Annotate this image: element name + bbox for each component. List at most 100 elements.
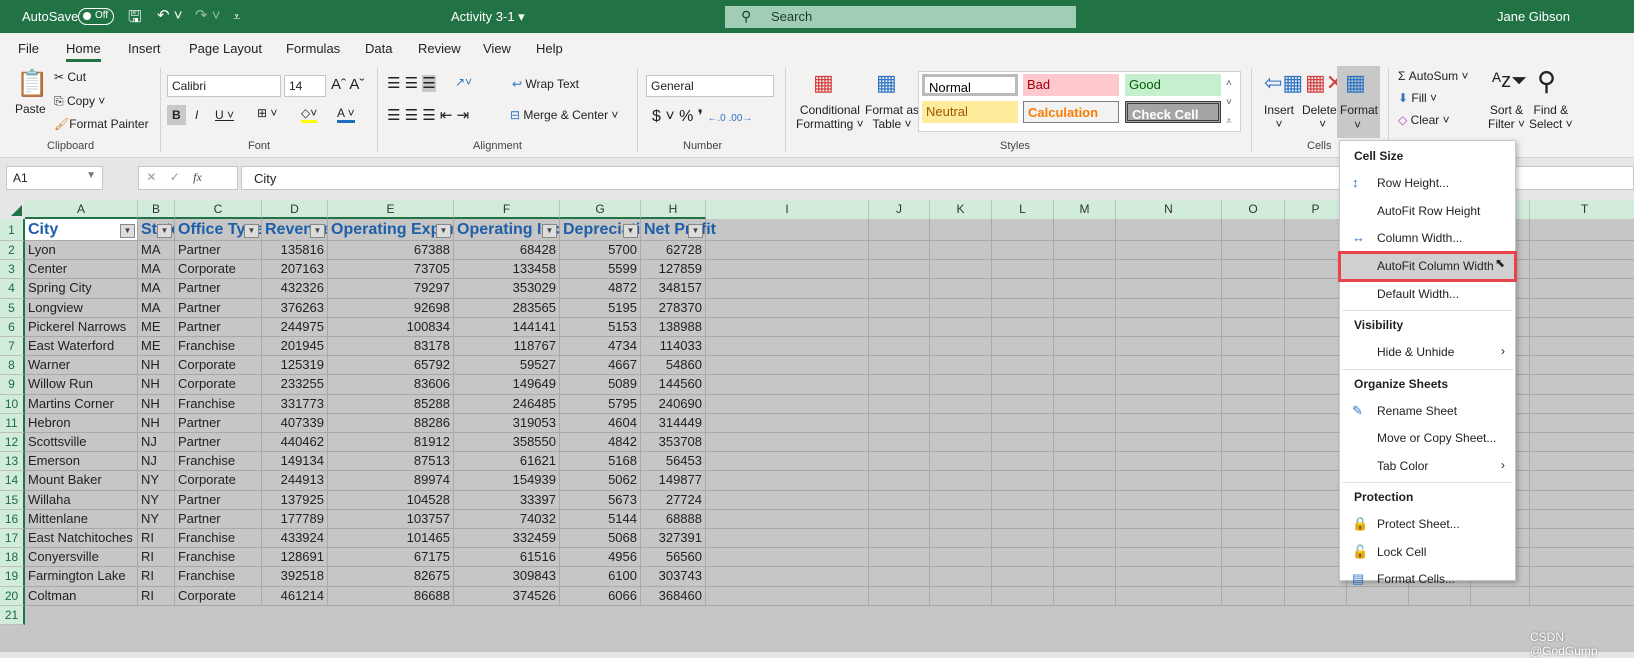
empty-cell[interactable]	[1054, 413, 1116, 433]
table-cell[interactable]: Corporate	[175, 586, 262, 606]
style-good[interactable]: Good	[1125, 74, 1221, 96]
table-cell[interactable]: 86688	[328, 586, 454, 606]
empty-cell[interactable]	[1530, 241, 1634, 261]
table-cell[interactable]: 149134	[262, 452, 328, 472]
row-header[interactable]: 20	[0, 586, 25, 606]
column-header-L[interactable]: L	[992, 200, 1054, 219]
empty-cell[interactable]	[1222, 241, 1285, 261]
empty-cell[interactable]	[992, 337, 1054, 357]
table-cell[interactable]: Franchise	[175, 529, 262, 549]
table-cell[interactable]: 73705	[328, 260, 454, 280]
table-cell[interactable]: 374526	[454, 586, 560, 606]
table-cell[interactable]: 278370	[641, 298, 706, 318]
table-cell[interactable]: 61621	[454, 452, 560, 472]
table-cell[interactable]: ME	[138, 337, 175, 357]
table-cell[interactable]: Lyon	[25, 241, 138, 261]
table-cell[interactable]: Emerson	[25, 452, 138, 472]
empty-cell[interactable]	[1285, 298, 1347, 318]
empty-cell[interactable]	[992, 471, 1054, 491]
table-cell[interactable]: 118767	[454, 337, 560, 357]
empty-cell[interactable]	[1530, 395, 1634, 414]
tab-formulas[interactable]: Formulas	[286, 41, 340, 56]
table-cell[interactable]: 149877	[641, 471, 706, 491]
empty-cell[interactable]	[1222, 337, 1285, 357]
table-cell[interactable]: 133458	[454, 260, 560, 280]
empty-cell[interactable]	[1285, 219, 1347, 241]
empty-cell[interactable]	[1285, 260, 1347, 280]
empty-cell[interactable]	[706, 317, 869, 337]
empty-cell[interactable]	[869, 548, 930, 568]
empty-cell[interactable]	[706, 452, 869, 472]
table-cell[interactable]: 68888	[641, 509, 706, 529]
table-cell[interactable]: 137925	[262, 490, 328, 510]
table-cell[interactable]: 376263	[262, 298, 328, 318]
empty-cell[interactable]	[930, 375, 992, 395]
tab-view[interactable]: View	[483, 41, 511, 56]
table-cell[interactable]: Farmington Lake	[25, 567, 138, 587]
table-cell[interactable]: 314449	[641, 413, 706, 433]
table-cell[interactable]: Scottsville	[25, 433, 138, 453]
table-cell[interactable]: RI	[138, 548, 175, 568]
empty-cell[interactable]	[930, 413, 992, 433]
empty-cell[interactable]	[869, 490, 930, 510]
empty-cell[interactable]	[1116, 471, 1222, 491]
row-header[interactable]: 7	[0, 337, 25, 357]
table-cell[interactable]: Franchise	[175, 548, 262, 568]
column-header-O[interactable]: O	[1222, 200, 1285, 219]
table-cell[interactable]: MA	[138, 298, 175, 318]
menu-item-protect-sheet[interactable]: 🔒 Protect Sheet...	[1340, 511, 1515, 538]
empty-cell[interactable]	[1530, 356, 1634, 376]
table-cell[interactable]: 101465	[328, 529, 454, 549]
column-header-T[interactable]: T	[1530, 200, 1634, 219]
empty-cell[interactable]	[869, 394, 930, 414]
table-cell[interactable]: 4667	[560, 356, 641, 376]
format-painter-button[interactable]: 🖌Format Painter	[54, 117, 149, 131]
save-icon[interactable]: 🖫	[128, 6, 142, 33]
empty-cell[interactable]	[1530, 260, 1634, 280]
empty-cell[interactable]	[1222, 279, 1285, 299]
enter-icon[interactable]: ✓	[170, 170, 193, 184]
menu-item-column-width[interactable]: ↔ Column Width...	[1340, 225, 1515, 252]
row-header[interactable]: 19	[0, 567, 25, 587]
number-format-icons[interactable]: $ ˅ % ❜ ←.0 .00→	[652, 106, 752, 126]
empty-cell[interactable]	[1116, 394, 1222, 414]
empty-cell[interactable]	[869, 529, 930, 549]
empty-cell[interactable]	[1285, 548, 1347, 568]
empty-cell[interactable]	[992, 375, 1054, 395]
empty-cell[interactable]	[869, 586, 930, 606]
empty-cell[interactable]	[992, 260, 1054, 280]
table-cell[interactable]: Pickerel Narrows	[25, 317, 138, 337]
empty-cell[interactable]	[706, 567, 869, 587]
table-cell[interactable]: NY	[138, 509, 175, 529]
wrap-text-button[interactable]: ↩ Wrap Text	[512, 77, 579, 91]
empty-cell[interactable]	[869, 433, 930, 453]
orientation-icon[interactable]: ↗˅	[455, 75, 472, 89]
table-cell[interactable]: 283565	[454, 298, 560, 318]
table-cell[interactable]: 33397	[454, 490, 560, 510]
table-cell[interactable]: 244975	[262, 317, 328, 337]
table-cell[interactable]: 135816	[262, 241, 328, 261]
table-cell[interactable]: 5195	[560, 298, 641, 318]
table-cell[interactable]: 5153	[560, 317, 641, 337]
empty-cell[interactable]	[1285, 241, 1347, 261]
table-cell[interactable]: 114033	[641, 337, 706, 357]
empty-cell[interactable]	[930, 241, 992, 261]
empty-cell[interactable]	[1530, 337, 1634, 357]
empty-cell[interactable]	[1285, 586, 1347, 606]
empty-cell[interactable]	[869, 260, 930, 280]
table-cell[interactable]: Partner	[175, 413, 262, 433]
empty-cell[interactable]	[992, 356, 1054, 376]
insert-button[interactable]: Insert ˅	[1264, 103, 1294, 131]
table-cell[interactable]: 125319	[262, 356, 328, 376]
empty-cell[interactable]	[1054, 337, 1116, 357]
select-all-button[interactable]	[0, 200, 25, 219]
table-cell[interactable]: Corporate	[175, 260, 262, 280]
empty-cell[interactable]	[1054, 471, 1116, 491]
column-header-D[interactable]: D	[262, 200, 328, 219]
copy-button[interactable]: ⎘ Copy ˅	[54, 94, 105, 109]
table-cell[interactable]: Partner	[175, 298, 262, 318]
filter-dropdown-icon[interactable]: ▼	[244, 224, 259, 238]
empty-cell[interactable]	[992, 567, 1054, 587]
empty-cell[interactable]	[1285, 279, 1347, 299]
tab-home[interactable]: Home	[66, 41, 101, 62]
